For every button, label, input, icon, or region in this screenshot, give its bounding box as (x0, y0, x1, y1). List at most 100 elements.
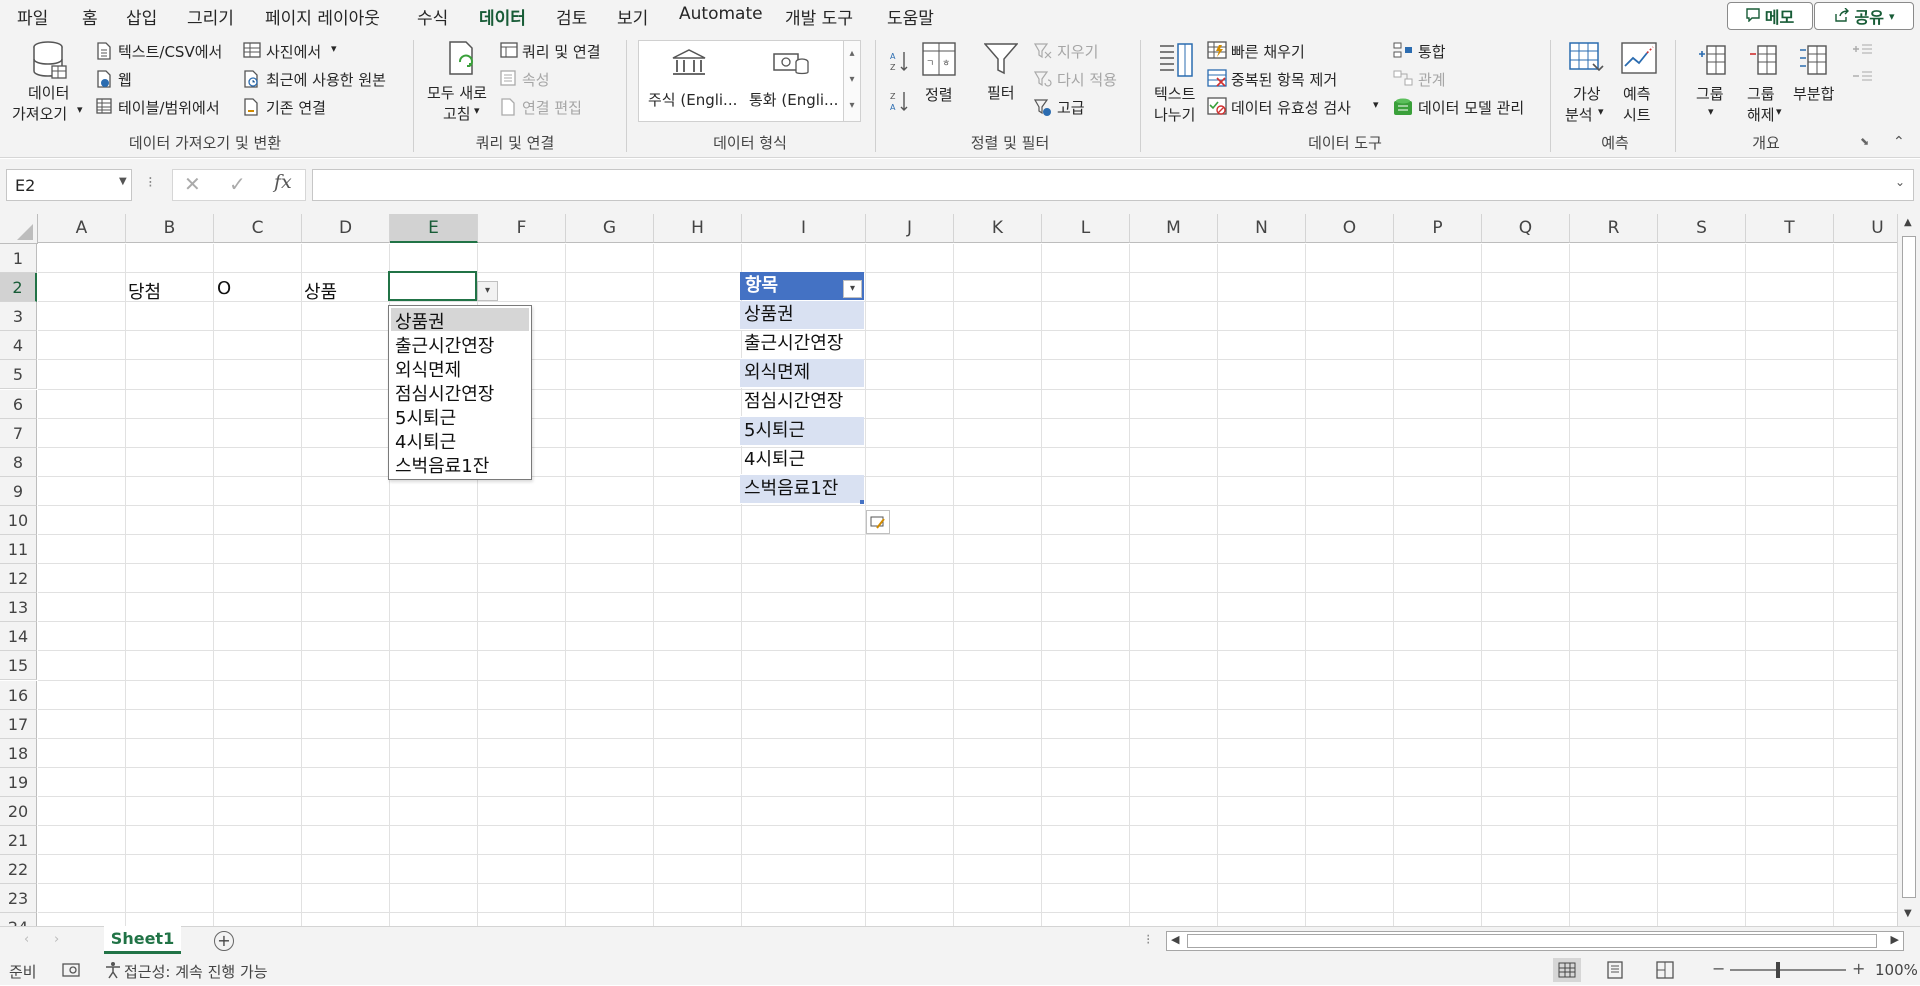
tab-review[interactable]: 검토 (556, 4, 587, 29)
cancel-icon[interactable]: ✕ (184, 172, 201, 196)
row-header[interactable]: 6 (0, 389, 37, 419)
row-header[interactable]: 14 (0, 622, 37, 652)
column-header[interactable]: Q (1482, 214, 1570, 243)
text-csv-button[interactable]: 텍스트/CSV에서 (118, 41, 222, 62)
row-header[interactable]: 21 (0, 826, 37, 856)
column-header[interactable]: E (390, 214, 478, 243)
column-header[interactable]: F (478, 214, 566, 243)
row-header[interactable]: 7 (0, 418, 37, 448)
column-header[interactable]: R (1570, 214, 1658, 243)
column-header[interactable]: N (1218, 214, 1306, 243)
web-button[interactable]: 웹 (118, 69, 132, 90)
row-header[interactable]: 11 (0, 535, 37, 565)
quick-analysis-icon[interactable] (866, 510, 890, 534)
row-header[interactable]: 16 (0, 680, 37, 710)
row-header[interactable]: 3 (0, 302, 37, 332)
column-header[interactable]: L (1042, 214, 1130, 243)
row-header[interactable]: 13 (0, 593, 37, 623)
relationships-button[interactable]: 관계 (1418, 69, 1446, 90)
what-if-label-1[interactable]: 가상 (1573, 83, 1601, 104)
scroll-left-icon[interactable]: ◀ (1171, 933, 1179, 946)
database-icon[interactable] (32, 40, 68, 80)
data-model-button[interactable]: 데이터 모델 관리 (1418, 97, 1524, 118)
row-header[interactable]: 9 (0, 476, 37, 506)
column-header[interactable]: C (214, 214, 302, 243)
remove-duplicates-button[interactable]: 중복된 항목 제거 (1231, 69, 1337, 90)
accessibility-icon[interactable] (104, 961, 122, 983)
select-all-corner[interactable] (0, 214, 38, 244)
subtotal-icon[interactable] (1798, 44, 1828, 76)
clear-button[interactable]: 지우기 (1057, 41, 1098, 62)
queries-connections-button[interactable]: 쿼리 및 연결 (522, 41, 601, 62)
recent-sources-button[interactable]: 최근에 사용한 원본 (266, 69, 386, 90)
show-detail-icon[interactable] (1852, 41, 1874, 57)
scroll-right-icon[interactable]: ▶ (1891, 933, 1899, 946)
refresh-all-label-2[interactable]: 고침 (443, 103, 471, 124)
gallery-scroll[interactable]: ▴ ▾ ▾ (843, 41, 860, 121)
row-header[interactable]: 5 (0, 360, 37, 390)
column-header[interactable]: O (1306, 214, 1394, 243)
dropdown-item[interactable]: 4시퇴근 (391, 428, 529, 453)
split-handle-icon[interactable]: ⁝ (1146, 932, 1150, 948)
zoom-in-icon[interactable]: + (1852, 959, 1865, 978)
table-row[interactable]: 5시퇴근 (740, 417, 864, 446)
macro-record-icon[interactable] (62, 962, 80, 982)
column-header[interactable]: J (866, 214, 954, 243)
dropdown-item[interactable]: 상품권 (391, 308, 529, 333)
row-header[interactable]: 20 (0, 796, 37, 826)
sort-icon[interactable]: ㄱㅎ (922, 42, 956, 76)
table-range-button[interactable]: 테이블/범위에서 (118, 97, 220, 118)
stocks-button[interactable]: 주식 (Engli... (648, 89, 737, 110)
tab-file[interactable]: 파일 (17, 4, 48, 29)
scroll-up-icon[interactable]: ▲ (1904, 217, 1912, 228)
row-header[interactable]: 17 (0, 709, 37, 739)
status-accessibility[interactable]: 접근성: 계속 진행 가능 (124, 961, 268, 982)
vertical-scrollbar[interactable]: ▲ ▼ (1897, 214, 1920, 926)
row-header[interactable]: 22 (0, 855, 37, 885)
dropdown-item[interactable]: 외식면제 (391, 356, 529, 381)
memo-button[interactable]: 메모 (1727, 2, 1813, 30)
ungroup-label-1[interactable]: 그룹 (1747, 83, 1775, 104)
column-header[interactable]: S (1658, 214, 1746, 243)
table-row[interactable]: 4시퇴근 (740, 446, 864, 475)
dropdown-item[interactable]: 5시퇴근 (391, 404, 529, 429)
stocks-icon[interactable] (671, 48, 707, 78)
get-data-label-1[interactable]: 데이터 (28, 82, 69, 103)
scroll-down-icon[interactable]: ▼ (1904, 908, 1912, 919)
data-validation-button[interactable]: 데이터 유효성 검사 (1231, 97, 1351, 118)
hide-detail-icon[interactable] (1852, 68, 1874, 84)
worksheet-grid[interactable]: ABCDEFGHIJKLMNOPQRSTU 1 2 3 4 5 6 7 8 9 10 11 12 13 1… (0, 214, 1920, 926)
table-row[interactable]: 상품권 (740, 301, 864, 330)
tab-page-layout[interactable]: 페이지 레이아웃 (265, 4, 380, 29)
table-row[interactable]: 스벅음료1잔 (740, 475, 864, 504)
sort-az-icon[interactable]: AZ (890, 50, 910, 72)
properties-button[interactable]: 속성 (522, 69, 550, 90)
column-header[interactable]: D (302, 214, 390, 243)
more-options-icon[interactable]: ⁝ (148, 173, 153, 191)
table-row[interactable]: 점심시간연장 (740, 388, 864, 417)
prev-sheet-icon[interactable]: ‹ (24, 932, 29, 947)
advanced-button[interactable]: 고급 (1057, 97, 1085, 118)
sort-za-icon[interactable]: ZA (890, 90, 910, 112)
zoom-slider[interactable] (1730, 969, 1846, 971)
name-box[interactable]: E2 (6, 169, 132, 201)
validation-dropdown-button[interactable]: ▾ (477, 281, 498, 301)
share-button[interactable]: 공유 ▾ (1814, 2, 1914, 30)
currency-icon[interactable] (772, 50, 810, 78)
forecast-sheet-icon[interactable] (1621, 42, 1657, 76)
ungroup-icon[interactable] (1748, 44, 1778, 76)
zoom-slider-thumb[interactable] (1776, 962, 1780, 978)
what-if-icon[interactable] (1569, 42, 1605, 76)
cell-b2[interactable]: 당첨 (128, 278, 161, 304)
tab-automate[interactable]: Automate (679, 4, 763, 24)
row-header[interactable]: 10 (0, 505, 37, 535)
column-header[interactable]: A (38, 214, 126, 243)
tab-home[interactable]: 홈 (82, 4, 98, 29)
currencies-button[interactable]: 통화 (Engli... (749, 89, 838, 110)
row-header[interactable]: 2 (0, 273, 37, 303)
tab-view[interactable]: 보기 (617, 4, 648, 29)
chevron-down-icon[interactable]: ▼ (119, 176, 127, 187)
flash-fill-button[interactable]: 빠른 채우기 (1231, 41, 1305, 62)
column-header[interactable]: I (742, 214, 866, 243)
collapse-ribbon-icon[interactable]: ⌃ (1893, 134, 1905, 150)
